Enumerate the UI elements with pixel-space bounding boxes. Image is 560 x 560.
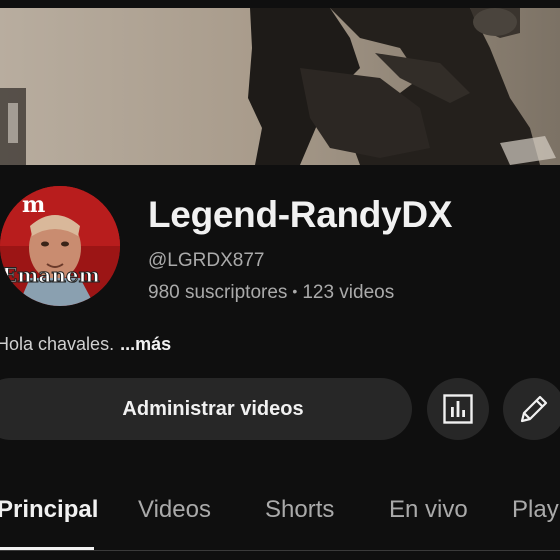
manage-videos-button[interactable]: Administrar videos	[0, 378, 412, 440]
stats-separator: •	[292, 283, 298, 299]
tab-shorts[interactable]: Shorts	[265, 496, 334, 524]
more-link[interactable]: ...más	[120, 334, 171, 354]
avatar-logo-letter: m	[22, 192, 45, 218]
subscriber-count: 980 suscriptores	[148, 282, 288, 303]
analytics-icon	[443, 394, 473, 424]
channel-description[interactable]: Hola chavales. ...más	[0, 334, 171, 355]
tab-en-vivo[interactable]: En vivo	[389, 496, 468, 524]
banner-image	[0, 8, 560, 165]
tabs-divider	[0, 550, 560, 551]
channel-name: Legend-RandyDX	[148, 194, 453, 235]
pencil-icon	[520, 395, 548, 423]
tab-videos[interactable]: Videos	[138, 496, 211, 524]
analytics-button[interactable]	[427, 378, 489, 440]
edit-button[interactable]	[503, 378, 560, 440]
channel-avatar[interactable]: m Emanem	[0, 186, 120, 306]
channel-tabs: Principal Videos Shorts En vivo Playlist…	[0, 492, 560, 560]
channel-stats: 980 suscriptores • 123 videos	[148, 282, 394, 304]
channel-banner	[0, 8, 560, 165]
video-count: 123 videos	[302, 282, 395, 303]
tab-playlists[interactable]: Playlists	[512, 496, 560, 524]
avatar-image: m Emanem	[0, 186, 120, 306]
description-text: Hola chavales.	[0, 334, 115, 354]
channel-page: m Emanem Legend-RandyDX @LGRDX877 980 su…	[0, 0, 560, 560]
channel-handle: @LGRDX877	[148, 250, 265, 271]
tab-principal[interactable]: Principal	[0, 496, 98, 524]
avatar-text: Emanem	[2, 263, 100, 287]
